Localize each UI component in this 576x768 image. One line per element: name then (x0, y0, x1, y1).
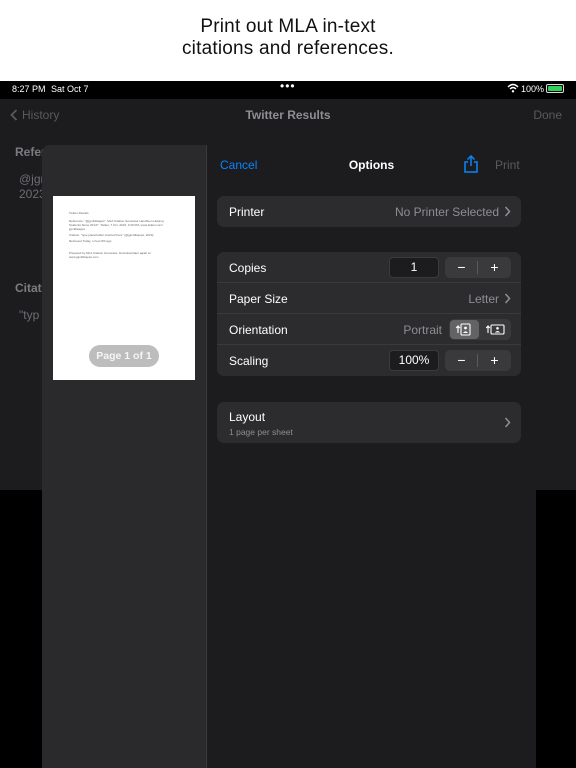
copies-input[interactable]: 1 (389, 257, 439, 278)
portrait-option[interactable] (450, 320, 479, 339)
preview-line: jgmldlsapps. (69, 227, 86, 231)
print-preview-pane: Twitter Results Reference: "@jgmldlsapps… (42, 145, 207, 768)
page-preview[interactable]: Twitter Results Reference: "@jgmldlsapps… (53, 196, 195, 380)
scaling-label: Scaling (229, 354, 269, 368)
scaling-row: Scaling 100% − + (217, 345, 521, 376)
wifi-icon (507, 83, 519, 93)
preview-line: www.jgmldlsapps.com (69, 255, 99, 259)
multitasking-dots-icon[interactable]: ••• (280, 81, 296, 93)
share-icon[interactable] (463, 155, 479, 173)
preview-line: Twitter Results (69, 211, 89, 215)
status-bar: 8:27 PM Sat Oct 7 ••• 100% (0, 81, 576, 97)
printer-value: No Printer Selected (394, 205, 499, 219)
app-nav-bar: History Twitter Results Done (0, 99, 576, 133)
done-button[interactable]: Done (533, 108, 562, 122)
options-pane: Cancel Options Print Printer No Printer … (207, 145, 536, 768)
layout-label: Layout (229, 410, 266, 424)
copies-stepper: − + (445, 257, 511, 278)
device-screen: 8:27 PM Sat Oct 7 ••• 100% History Twitt… (0, 81, 576, 768)
battery-icon (546, 84, 564, 93)
settings-group: Copies 1 − + Paper Size Letter Orientati… (217, 252, 521, 376)
promo-line-1: Print out MLA in-text (200, 16, 376, 37)
orientation-label: Orientation (229, 323, 288, 337)
copies-label: Copies (229, 261, 267, 275)
chevron-right-icon (504, 206, 511, 217)
preview-line: Citation: "type placeholder inserted her… (69, 233, 155, 237)
print-options-sheet: Twitter Results Reference: "@jgmldlsapps… (42, 145, 536, 768)
citation-heading: Citat (15, 281, 42, 295)
copies-row: Copies 1 − + (217, 252, 521, 283)
battery-percent: 100% (521, 84, 545, 94)
layout-group: Layout 1 page per sheet (217, 402, 521, 443)
scaling-input[interactable]: 100% (389, 350, 439, 371)
scaling-stepper: − + (445, 350, 511, 371)
page-count-badge: Page 1 of 1 (89, 345, 159, 367)
scaling-decrement-button[interactable]: − (445, 352, 478, 368)
orientation-segmented-control (449, 319, 511, 340)
copies-decrement-button[interactable]: − (445, 259, 478, 275)
chevron-right-icon (504, 417, 511, 428)
nav-title: Twitter Results (245, 108, 331, 122)
options-title: Options (348, 158, 395, 172)
status-time: 8:27 PM (12, 84, 46, 94)
printer-label: Printer (229, 205, 265, 219)
paper-size-value: Letter (468, 292, 499, 306)
orientation-row: Orientation Portrait (217, 314, 521, 345)
reference-text-1: @jgr (19, 172, 45, 186)
layout-subtitle: 1 page per sheet (229, 427, 293, 437)
promo-line-2: citations and references. (181, 38, 394, 59)
options-header: Cancel Options Print (207, 145, 536, 185)
copies-increment-button[interactable]: + (478, 259, 511, 275)
citation-text: "typ (19, 308, 40, 322)
printer-group: Printer No Printer Selected (217, 196, 521, 227)
scaling-increment-button[interactable]: + (478, 352, 511, 368)
print-button[interactable]: Print (495, 158, 520, 172)
orientation-value: Portrait (403, 323, 442, 337)
paper-size-row[interactable]: Paper Size Letter (217, 283, 521, 314)
landscape-option[interactable] (481, 320, 510, 339)
paper-size-label: Paper Size (229, 292, 288, 306)
portrait-icon (455, 323, 471, 336)
chevron-right-icon (504, 293, 511, 304)
printer-row[interactable]: Printer No Printer Selected (217, 196, 521, 227)
preview-line: Retrieved Today, 1 hour 8th ago (69, 239, 112, 243)
layout-row[interactable]: Layout 1 page per sheet (217, 402, 521, 443)
promo-header: Print out MLA in-text citations and refe… (0, 0, 576, 81)
status-date: Sat Oct 7 (51, 84, 89, 94)
landscape-icon (485, 324, 505, 335)
